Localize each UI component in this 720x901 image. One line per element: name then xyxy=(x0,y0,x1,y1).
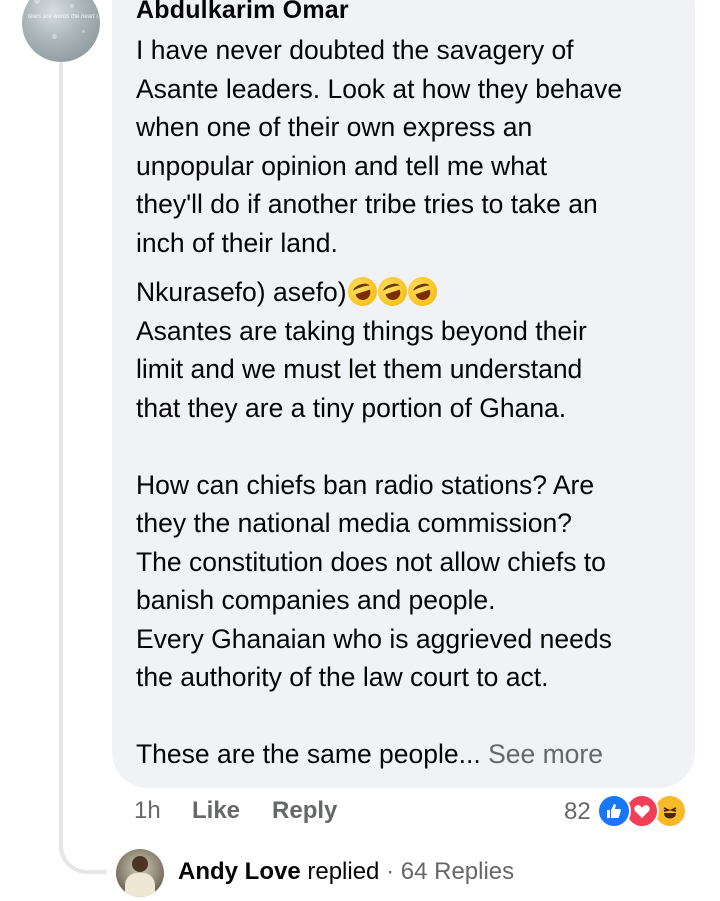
reaction-icons xyxy=(596,794,705,830)
comment-line: banish companies and people. xyxy=(136,585,496,615)
commenter-avatar[interactable]: tears are words the heart can't xyxy=(22,0,100,62)
comment-line: How can chiefs ban radio stations? Are xyxy=(136,469,595,500)
thread-connector xyxy=(59,836,107,874)
truncated-text: These are the same people... xyxy=(136,739,481,769)
comment-line: unpopular opinion and tell me what xyxy=(136,150,548,181)
comment-line: the authority of the law court to act. xyxy=(136,662,549,692)
replied-label: replied xyxy=(307,858,380,885)
emoji-line: Nkurasefo) asefo) xyxy=(136,273,684,312)
rofl-emoji-icon xyxy=(403,273,441,310)
view-replies-link[interactable]: Andy Love replied · 64 Replies xyxy=(178,858,514,886)
comment-line: Asante leaders. Look at how they behave xyxy=(136,73,623,104)
like-button[interactable]: Like xyxy=(192,797,240,825)
reply-count: 64 Replies xyxy=(400,858,515,885)
rofl-emoji-icon xyxy=(343,273,381,310)
comment-last-line: These are the same people... See more xyxy=(136,735,684,774)
comment-line: Every Ghanaian who is aggrieved needs xyxy=(136,623,612,654)
comment-line: Asantes are taking things beyond their xyxy=(136,315,587,346)
comment-line: they the national media commission? xyxy=(136,508,573,538)
reaction-summary[interactable]: 82 xyxy=(564,794,705,830)
comment-line: I have never doubted the savagery of xyxy=(136,35,574,65)
replier-avatar[interactable] xyxy=(116,849,164,897)
emoji-line-text: Nkurasefo) asefo) xyxy=(136,277,347,307)
comment-timestamp[interactable]: 1h xyxy=(134,797,192,825)
comment-line: The constitution does not allow chiefs t… xyxy=(136,546,606,577)
comment-line: when one of their own express an xyxy=(136,112,533,142)
comment-actions: 1h Like Reply xyxy=(134,797,369,825)
reaction-count: 82 xyxy=(564,798,591,825)
comment-line: that they are a tiny portion of Ghana. xyxy=(136,392,567,423)
comment-line: inch of their land. xyxy=(136,227,338,258)
comment-body: I have never doubted the savagery of Asa… xyxy=(136,31,684,774)
separator-dot: · xyxy=(386,858,395,885)
thread-line xyxy=(59,62,63,852)
avatar-caption: tears are words the heart can't xyxy=(28,14,98,20)
rofl-emoji-icon xyxy=(373,273,411,310)
comment-line: limit and we must let them understand xyxy=(136,354,583,384)
comment-author[interactable]: Abdulkarim Omar xyxy=(136,0,349,25)
reply-button[interactable]: Reply xyxy=(272,797,337,825)
replier-name: Andy Love xyxy=(178,858,301,885)
see-more-link[interactable]: See more xyxy=(488,739,603,769)
comment-line: they'll do if another tribe tries to tak… xyxy=(136,189,598,219)
like-reaction-icon xyxy=(596,794,631,828)
